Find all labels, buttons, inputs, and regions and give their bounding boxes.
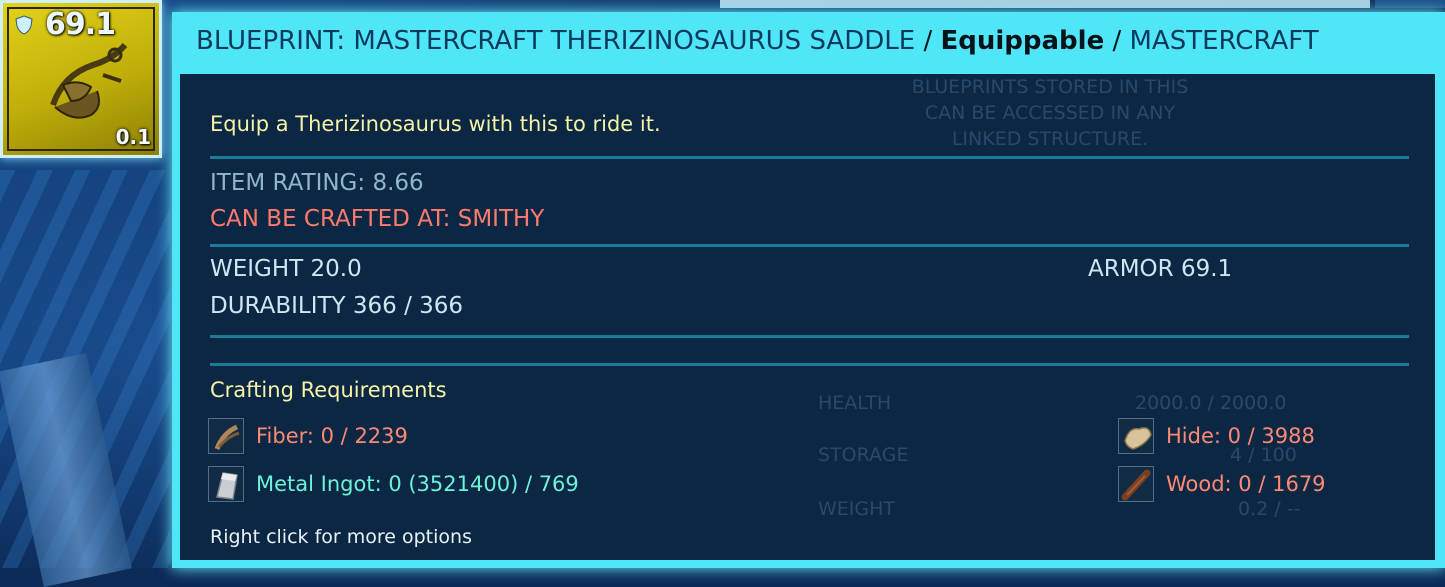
item-description: Equip a Therizinosaurus with this to rid… <box>210 112 661 136</box>
shield-icon <box>15 15 33 35</box>
background-note-line: BLUEPRINTS STORED IN THIS <box>911 76 1189 98</box>
inventory-slot[interactable]: 69.1 0.1 <box>0 0 162 158</box>
title-type: Equippable <box>940 26 1105 56</box>
title-separator: / <box>1104 26 1130 56</box>
fiber-icon <box>208 418 244 454</box>
resource-fiber: Fiber: 0 / 2239 <box>208 418 408 454</box>
wood-icon <box>1118 466 1154 502</box>
resource-label: Fiber: 0 / 2239 <box>256 424 408 448</box>
background-panel-edge <box>720 0 1370 8</box>
divider <box>210 156 1409 159</box>
crafting-requirements-heading: Crafting Requirements <box>210 378 447 402</box>
crafted-at: CAN BE CRAFTED AT: SMITHY <box>210 206 545 232</box>
resource-hide: Hide: 0 / 3988 <box>1118 418 1315 454</box>
divider <box>210 363 1409 366</box>
background-panel-edge-right <box>1375 0 1445 8</box>
item-tooltip: BLUEPRINT: MASTERCRAFT THERIZINOSAURUS S… <box>172 12 1445 568</box>
resource-label: Wood: 0 / 1679 <box>1166 472 1326 496</box>
title-separator: / <box>915 26 941 56</box>
metal-ingot-icon <box>208 466 244 502</box>
stat-durability: DURABILITY 366 / 366 <box>210 293 464 319</box>
resource-wood: Wood: 0 / 1679 <box>1118 466 1326 502</box>
title-quality: MASTERCRAFT <box>1129 26 1319 56</box>
background-note-line: CAN BE ACCESSED IN ANY <box>924 102 1176 124</box>
right-click-hint: Right click for more options <box>210 526 472 548</box>
background-note-line: LINKED STRUCTURE. <box>951 128 1149 150</box>
item-rating: ITEM RATING: 8.66 <box>210 170 424 196</box>
background-note: BLUEPRINTS STORED IN THIS CAN BE ACCESSE… <box>870 74 1230 152</box>
background-storage-label: STORAGE <box>818 444 909 466</box>
stat-armor: ARMOR 69.1 <box>1088 256 1233 282</box>
saddle-icon <box>50 42 128 119</box>
tooltip-body: BLUEPRINTS STORED IN THIS CAN BE ACCESSE… <box>180 74 1435 560</box>
background-health-value: 2000.0 / 2000.0 <box>1135 392 1287 414</box>
hide-icon <box>1118 418 1154 454</box>
title-name: BLUEPRINT: MASTERCRAFT THERIZINOSAURUS S… <box>196 26 916 56</box>
tooltip-title: BLUEPRINT: MASTERCRAFT THERIZINOSAURUS S… <box>196 26 1319 56</box>
divider <box>210 335 1409 338</box>
slot-weight-value: 0.1 <box>115 125 151 149</box>
resource-label: Metal Ingot: 0 (3521400) / 769 <box>256 472 579 496</box>
background-weight-label: WEIGHT <box>818 498 896 520</box>
stat-weight: WEIGHT 20.0 <box>210 256 362 282</box>
resource-label: Hide: 0 / 3988 <box>1166 424 1315 448</box>
background-health-label: HEALTH <box>818 392 892 414</box>
divider <box>210 244 1409 247</box>
resource-metal-ingot: Metal Ingot: 0 (3521400) / 769 <box>208 466 579 502</box>
